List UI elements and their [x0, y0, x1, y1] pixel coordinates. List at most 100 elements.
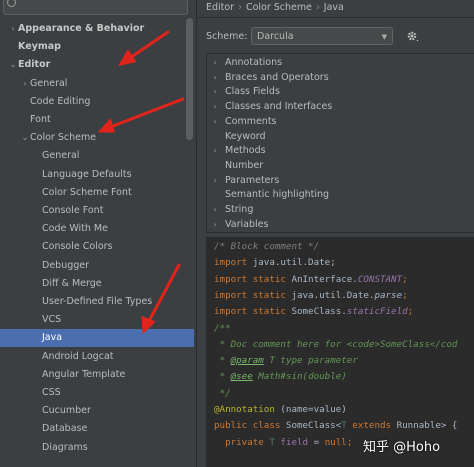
- sidebar-item[interactable]: Font: [0, 111, 194, 129]
- sidebar-item[interactable]: Debugger: [0, 257, 194, 275]
- breadcrumb-java: Java: [323, 2, 344, 13]
- sidebar-item[interactable]: Android Logcat: [0, 348, 194, 366]
- sidebar-item-label: Angular Template: [42, 368, 126, 380]
- code-line: /* Block comment */: [214, 239, 319, 255]
- sidebar-item[interactable]: ⌄ Editor: [0, 56, 194, 74]
- sidebar-item[interactable]: Keymap: [0, 38, 194, 56]
- breadcrumb-separator: ›: [315, 2, 320, 13]
- category-item[interactable]: › Methods: [207, 144, 467, 159]
- chevron-right-icon[interactable]: ›: [20, 75, 30, 93]
- watermark: 知乎 @Hoho: [363, 440, 441, 455]
- scheme-dropdown[interactable]: Darcula ▼: [251, 27, 393, 45]
- sidebar-item[interactable]: Diff & Merge: [0, 275, 194, 293]
- gear-icon[interactable]: [406, 29, 420, 43]
- breadcrumb-editor[interactable]: Editor: [206, 2, 234, 13]
- category-item[interactable]: › Variables: [207, 218, 467, 233]
- code-line: import static SomeClass.staticField;: [214, 304, 413, 320]
- chevron-down-icon[interactable]: ⌄: [20, 129, 30, 147]
- category-item[interactable]: › Annotations: [207, 56, 467, 71]
- code-token: Math#sin(double): [252, 371, 347, 383]
- category-item[interactable]: › Parameters: [207, 174, 467, 189]
- category-item[interactable]: › Comments: [207, 115, 467, 130]
- sidebar-item[interactable]: Diagrams: [0, 439, 194, 457]
- sidebar-item-label: Android Logcat: [42, 350, 114, 362]
- sidebar-item-label: Debugger: [42, 259, 90, 271]
- sidebar-item-label: Diagrams: [42, 441, 88, 453]
- code-token: extends: [352, 420, 397, 432]
- sidebar-item[interactable]: Database: [0, 420, 194, 438]
- category-label: Braces and Operators: [225, 71, 329, 83]
- category-label: Annotations: [225, 57, 283, 68]
- chevron-right-icon[interactable]: ›: [8, 20, 18, 38]
- category-item[interactable]: › Braces and Operators: [207, 71, 467, 86]
- header-divider: [197, 17, 474, 18]
- code-token: import: [214, 257, 253, 269]
- settings-search-input[interactable]: [3, 0, 188, 15]
- sidebar-item[interactable]: VCS: [0, 311, 194, 329]
- code-token: *: [214, 371, 231, 383]
- code-token: (name=value): [280, 404, 347, 415]
- chevron-right-icon[interactable]: ›: [211, 71, 219, 86]
- scheme-label: Scheme:: [206, 31, 248, 42]
- code-token: T: [341, 420, 353, 432]
- sidebar-item[interactable]: Code With Me: [0, 220, 194, 238]
- sidebar-item-label: Keymap: [18, 41, 61, 53]
- color-scheme-panel: Editor › Color Scheme › Java Scheme: Darcula…: [197, 0, 474, 467]
- breadcrumb: Editor › Color Scheme › Java: [206, 0, 344, 16]
- sidebar-item-label: General: [30, 77, 68, 89]
- code-line: /**: [214, 321, 231, 337]
- code-token: /* Block comment */: [214, 241, 320, 252]
- sidebar-item[interactable]: › General: [0, 75, 194, 93]
- sidebar-item[interactable]: CSS: [0, 384, 194, 402]
- code-token: staticField: [346, 306, 408, 318]
- code-token: import static: [214, 289, 292, 301]
- code-token: T: [269, 436, 281, 448]
- sidebar-item[interactable]: › Appearance & Behavior: [0, 20, 194, 38]
- sidebar-item[interactable]: Console Font: [0, 202, 194, 220]
- chevron-right-icon[interactable]: ›: [211, 100, 219, 115]
- sidebar-item[interactable]: Cucumber: [0, 402, 194, 420]
- code-token: parse: [374, 289, 403, 301]
- code-token: field: [280, 436, 309, 448]
- category-item[interactable]: › Class Fields: [207, 85, 467, 100]
- category-item[interactable]: Keyword: [207, 130, 467, 145]
- code-preview: /* Block comment */ import java.util.Date…: [206, 237, 474, 467]
- sidebar-item-label: Code Editing: [30, 95, 91, 107]
- category-item[interactable]: › Classes and Interfaces: [207, 100, 467, 115]
- sidebar-item-label: Database: [42, 423, 88, 435]
- sidebar-item-label: Appearance & Behavior: [18, 23, 145, 34]
- sidebar-item[interactable]: User-Defined File Types: [0, 293, 194, 311]
- code-line: import static java.util.Date.parse;: [214, 288, 408, 304]
- chevron-right-icon[interactable]: ›: [211, 218, 219, 233]
- breadcrumb-color-scheme[interactable]: Color Scheme: [246, 2, 312, 13]
- chevron-right-icon[interactable]: ›: [211, 115, 219, 130]
- breadcrumb-separator: ›: [238, 2, 242, 13]
- sidebar-item[interactable]: General: [0, 147, 194, 165]
- chevron-right-icon[interactable]: ›: [211, 56, 219, 71]
- sidebar-item[interactable]: Code Editing: [0, 93, 194, 111]
- code-line: private T field = null;: [214, 435, 352, 451]
- code-token: /**: [214, 322, 231, 334]
- sidebar-item-label: General: [42, 150, 80, 162]
- category-item[interactable]: Number: [207, 159, 467, 174]
- category-item[interactable]: › String: [207, 203, 467, 218]
- chevron-right-icon[interactable]: ›: [211, 174, 219, 189]
- chevron-down-icon[interactable]: ⌄: [8, 56, 18, 74]
- sidebar-item[interactable]: Java: [0, 329, 194, 348]
- code-token: @see: [230, 371, 253, 383]
- code-line: * @see Math#sin(double): [214, 369, 347, 385]
- chevron-right-icon[interactable]: ›: [211, 203, 219, 218]
- sidebar-item[interactable]: Console Colors: [0, 238, 194, 256]
- chevron-right-icon[interactable]: ›: [211, 85, 219, 100]
- code-token: @Annotation: [214, 404, 281, 415]
- category-label: Methods: [225, 145, 266, 157]
- chevron-right-icon[interactable]: ›: [211, 144, 219, 159]
- sidebar-item[interactable]: Language Defaults: [0, 166, 194, 184]
- sidebar-item[interactable]: Color Scheme Font: [0, 184, 194, 202]
- code-line: */: [214, 386, 231, 402]
- sidebar-scrollbar[interactable]: [186, 18, 193, 140]
- sidebar-item[interactable]: Angular Template: [0, 366, 194, 384]
- sidebar-item-label: Color Scheme: [30, 132, 97, 144]
- sidebar-item[interactable]: ⌄ Color Scheme: [0, 129, 194, 147]
- category-item[interactable]: Semantic highlighting: [207, 188, 467, 203]
